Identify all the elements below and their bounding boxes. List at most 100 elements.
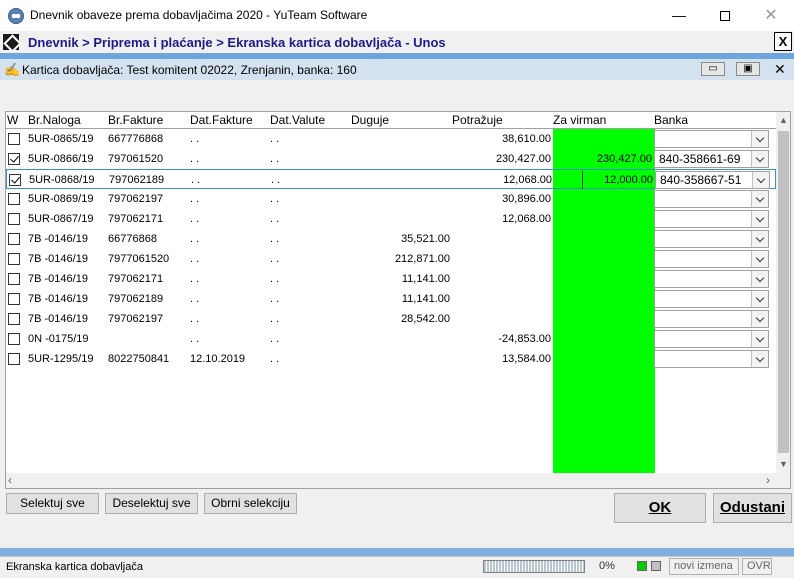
chevron-down-icon[interactable] — [752, 172, 769, 188]
table-row[interactable]: 5UR-0867/19 797062171 . . . . 12,068.00 — [6, 209, 776, 229]
row-checkbox[interactable] — [8, 133, 20, 145]
child-minimize-button[interactable]: ▭ — [701, 62, 725, 76]
bank-select[interactable]: 840-358661-69 — [654, 150, 769, 168]
child-window-titlebar: ✍ Kartica dobavljača: Test komitent 0202… — [0, 59, 794, 80]
cell-za-virman[interactable] — [553, 329, 652, 349]
chevron-down-icon[interactable] — [751, 131, 768, 147]
scroll-thumb[interactable] — [778, 131, 789, 453]
bank-select[interactable]: 840-358667-51 — [655, 171, 770, 189]
cell-potrazuje: 38,610.00 — [502, 133, 551, 145]
table-row[interactable]: 5UR-0865/19 667776868 . . . . 38,610.00 — [6, 129, 776, 149]
app-icon — [8, 8, 24, 24]
cell-za-virman[interactable] — [553, 309, 652, 329]
cell-dat-valute: . . — [270, 193, 280, 205]
table-row[interactable]: 5UR-0869/19 797062197 . . . . 30,896.00 — [6, 189, 776, 209]
row-checkbox[interactable] — [8, 153, 20, 165]
cell-duguje — [351, 329, 450, 349]
cell-za-virman[interactable] — [553, 289, 652, 309]
bank-select[interactable] — [654, 190, 769, 208]
bank-select[interactable] — [654, 210, 769, 228]
cell-za-virman[interactable]: 230,427.00 — [553, 149, 652, 169]
cell-za-virman[interactable] — [553, 189, 652, 209]
maximize-button[interactable] — [702, 0, 748, 31]
table-row[interactable]: 7B -0146/19 7977061520 . . . . 212,871.00 — [6, 249, 776, 269]
table-row[interactable]: 7B -0146/19 797062197 . . . . 28,542.00 — [6, 309, 776, 329]
chevron-down-icon[interactable] — [751, 211, 768, 227]
header-br-fakture[interactable]: Br.Fakture — [108, 112, 164, 129]
scroll-up-icon[interactable]: ▲ — [776, 112, 790, 129]
child-maximize-button[interactable]: ▣ — [736, 62, 760, 76]
table-row[interactable]: 7B -0146/19 797062189 . . . . 11,141.00 — [6, 289, 776, 309]
table-row[interactable]: 5UR-1295/19 8022750841 12.10.2019 . . 13,584… — [6, 349, 776, 369]
cancel-button[interactable]: Odustani — [713, 493, 792, 523]
overwrite-mode-indicator: OVR — [742, 558, 772, 575]
header-dat-valute[interactable]: Dat.Valute — [270, 112, 326, 129]
supplier-card-grid[interactable]: W Br.Naloga Br.Fakture Dat.Fakture Dat.V… — [5, 111, 791, 489]
bank-select[interactable] — [654, 130, 769, 148]
header-potrazuje[interactable]: Potražuje — [452, 112, 503, 129]
row-checkbox[interactable] — [8, 213, 20, 225]
header-banka[interactable]: Banka — [654, 112, 689, 129]
chevron-down-icon[interactable] — [751, 191, 768, 207]
row-checkbox[interactable] — [8, 313, 20, 325]
cell-za-virman[interactable] — [553, 249, 652, 269]
header-duguje[interactable]: Duguje — [351, 112, 390, 129]
horizontal-scrollbar[interactable]: ‹ › — [6, 473, 790, 488]
header-w[interactable]: W — [7, 112, 19, 129]
bank-select[interactable] — [654, 290, 769, 308]
scroll-down-icon[interactable]: ▼ — [776, 456, 790, 473]
cell-dat-fakture: . . — [191, 174, 201, 186]
bank-select[interactable] — [654, 250, 769, 268]
chevron-down-icon[interactable] — [751, 331, 768, 347]
row-checkbox[interactable] — [8, 273, 20, 285]
bank-select[interactable] — [654, 330, 769, 348]
table-row[interactable]: 7B -0146/19 66776868 . . . . 35,521.00 — [6, 229, 776, 249]
select-all-button[interactable]: Selektuj sve — [6, 493, 99, 514]
row-checkbox[interactable] — [8, 333, 20, 345]
header-br-naloga[interactable]: Br.Naloga — [28, 112, 81, 129]
bank-select[interactable] — [654, 310, 769, 328]
header-za-virman[interactable]: Za virman — [553, 112, 607, 129]
child-close-button[interactable]: ✕ — [774, 61, 786, 78]
breadcrumb-close-button[interactable]: X — [774, 32, 792, 51]
chevron-down-icon[interactable] — [751, 271, 768, 287]
cell-za-virman[interactable] — [553, 349, 652, 369]
chevron-down-icon[interactable] — [751, 251, 768, 267]
table-row[interactable]: 5UR-0868/19 797062189. .. . 12,068.00 12,00… — [6, 169, 776, 189]
bank-select[interactable] — [654, 270, 769, 288]
row-checkbox[interactable] — [8, 233, 20, 245]
cell-duguje — [352, 170, 451, 190]
vertical-scrollbar[interactable]: ▲ ▼ — [776, 112, 790, 473]
bank-select[interactable] — [654, 350, 769, 368]
invert-selection-button[interactable]: Obrni selekciju — [204, 493, 297, 514]
cell-za-virman[interactable] — [553, 209, 652, 229]
deselect-all-button[interactable]: Deselektuj sve — [105, 493, 198, 514]
scroll-right-icon[interactable]: › — [766, 473, 770, 488]
cell-duguje: 212,871.00 — [394, 253, 450, 265]
row-checkbox[interactable] — [8, 193, 20, 205]
maximize-icon — [720, 11, 730, 22]
table-row[interactable]: 0N -0175/19 . . . . -24,853.00 — [6, 329, 776, 349]
minimize-button[interactable]: — — [656, 0, 702, 31]
bank-select[interactable] — [654, 230, 769, 248]
status-led-gray — [651, 561, 661, 571]
row-checkbox[interactable] — [8, 253, 20, 265]
chevron-down-icon[interactable] — [751, 311, 768, 327]
cell-za-virman[interactable] — [553, 269, 652, 289]
chevron-down-icon[interactable] — [751, 351, 768, 367]
cell-za-virman[interactable] — [553, 229, 652, 249]
close-window-button[interactable]: ✕ — [748, 0, 794, 31]
active-cell-editor[interactable] — [582, 171, 655, 189]
table-row[interactable]: 7B -0146/19 797062171 . . . . 11,141.00 — [6, 269, 776, 289]
table-row[interactable]: 5UR-0866/19 797061520 . . . . 230,427.00 230,… — [6, 149, 776, 169]
row-checkbox[interactable] — [8, 353, 20, 365]
chevron-down-icon[interactable] — [751, 151, 768, 167]
chevron-down-icon[interactable] — [751, 231, 768, 247]
scroll-left-icon[interactable]: ‹ — [8, 473, 12, 488]
row-checkbox[interactable] — [9, 174, 21, 186]
cell-za-virman[interactable] — [553, 129, 652, 149]
row-checkbox[interactable] — [8, 293, 20, 305]
ok-button[interactable]: OK — [614, 493, 706, 523]
chevron-down-icon[interactable] — [751, 291, 768, 307]
header-dat-fakture[interactable]: Dat.Fakture — [190, 112, 253, 129]
